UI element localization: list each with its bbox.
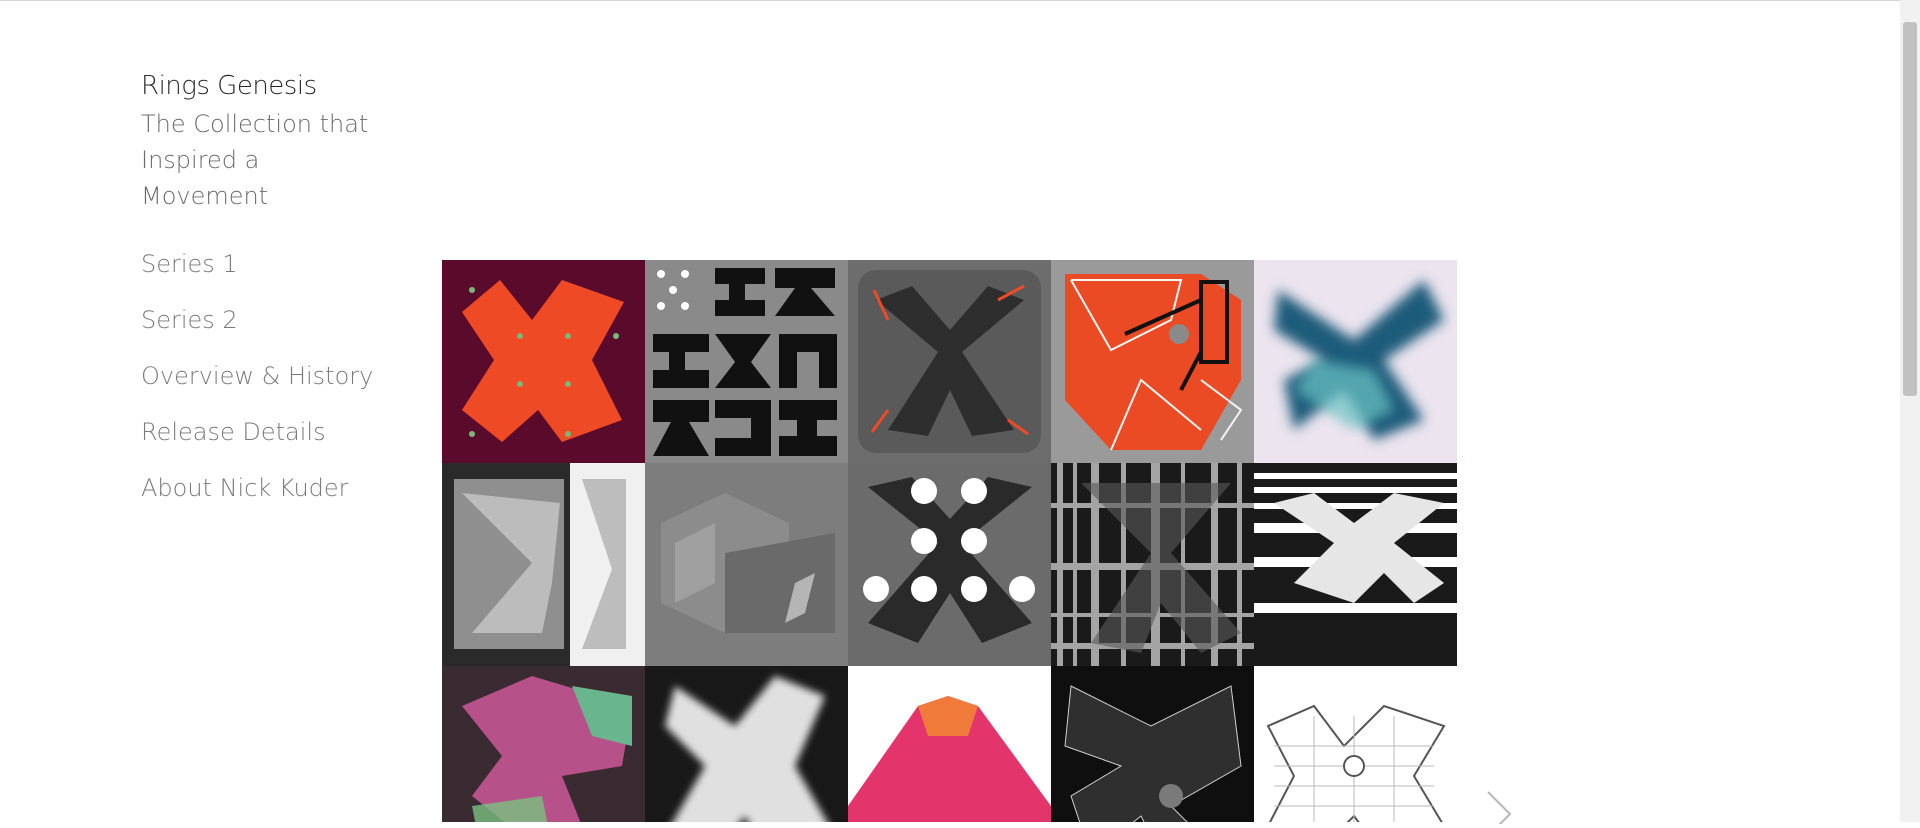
- nav-item-about-nick-kuder[interactable]: About Nick Kuder: [141, 474, 373, 502]
- artwork-image: [1254, 666, 1457, 822]
- gallery-tile-2[interactable]: [645, 260, 848, 463]
- top-border: [0, 0, 1920, 1]
- nav-item-series-1[interactable]: Series 1: [141, 250, 373, 278]
- artwork-image: [1051, 666, 1254, 822]
- site-subtitle: The Collection that Inspired a Movement: [141, 110, 369, 210]
- gallery-tile-12[interactable]: [645, 666, 848, 822]
- artwork-image: [848, 260, 1051, 463]
- gallery-tile-4[interactable]: [1051, 260, 1254, 463]
- site-header: Rings Genesis The Collection that Inspir…: [141, 66, 381, 214]
- artwork-image: [442, 260, 645, 463]
- page-scrollbar[interactable]: [1900, 0, 1920, 822]
- gallery-tile-15[interactable]: [1254, 666, 1457, 822]
- gallery-tile-10[interactable]: [1254, 463, 1457, 666]
- gallery-tile-3[interactable]: [848, 260, 1051, 463]
- scrollbar-thumb[interactable]: [1903, 22, 1917, 396]
- gallery-tile-8[interactable]: [848, 463, 1051, 666]
- artwork-image: [645, 260, 848, 463]
- artwork-image: [1051, 463, 1254, 666]
- artwork-image: [848, 666, 1051, 822]
- gallery-tile-11[interactable]: [442, 666, 645, 822]
- gallery-tile-13[interactable]: [848, 666, 1051, 822]
- nav-item-release-details[interactable]: Release Details: [141, 418, 373, 446]
- artwork-image: [442, 463, 645, 666]
- site-title[interactable]: Rings Genesis: [141, 66, 381, 106]
- artwork-image: [645, 463, 848, 666]
- artwork-image: [848, 463, 1051, 666]
- gallery-tile-9[interactable]: [1051, 463, 1254, 666]
- artwork-image: [1254, 463, 1457, 666]
- artwork-image: [1254, 260, 1457, 463]
- gallery-tile-6[interactable]: [442, 463, 645, 666]
- nav-item-overview-history[interactable]: Overview & History: [141, 362, 373, 390]
- nav-item-series-2[interactable]: Series 2: [141, 306, 373, 334]
- artwork-image: [1051, 260, 1254, 463]
- main-nav: Series 1 Series 2 Overview & History Rel…: [141, 250, 373, 530]
- gallery-tile-1[interactable]: [442, 260, 645, 463]
- gallery-tile-14[interactable]: [1051, 666, 1254, 822]
- artwork-gallery: [442, 260, 1457, 822]
- artwork-image: [442, 666, 645, 822]
- gallery-tile-5[interactable]: [1254, 260, 1457, 463]
- artwork-image: [645, 666, 848, 822]
- gallery-next-button[interactable]: [1482, 790, 1516, 828]
- gallery-tile-7[interactable]: [645, 463, 848, 666]
- chevron-right-icon: [1487, 791, 1512, 828]
